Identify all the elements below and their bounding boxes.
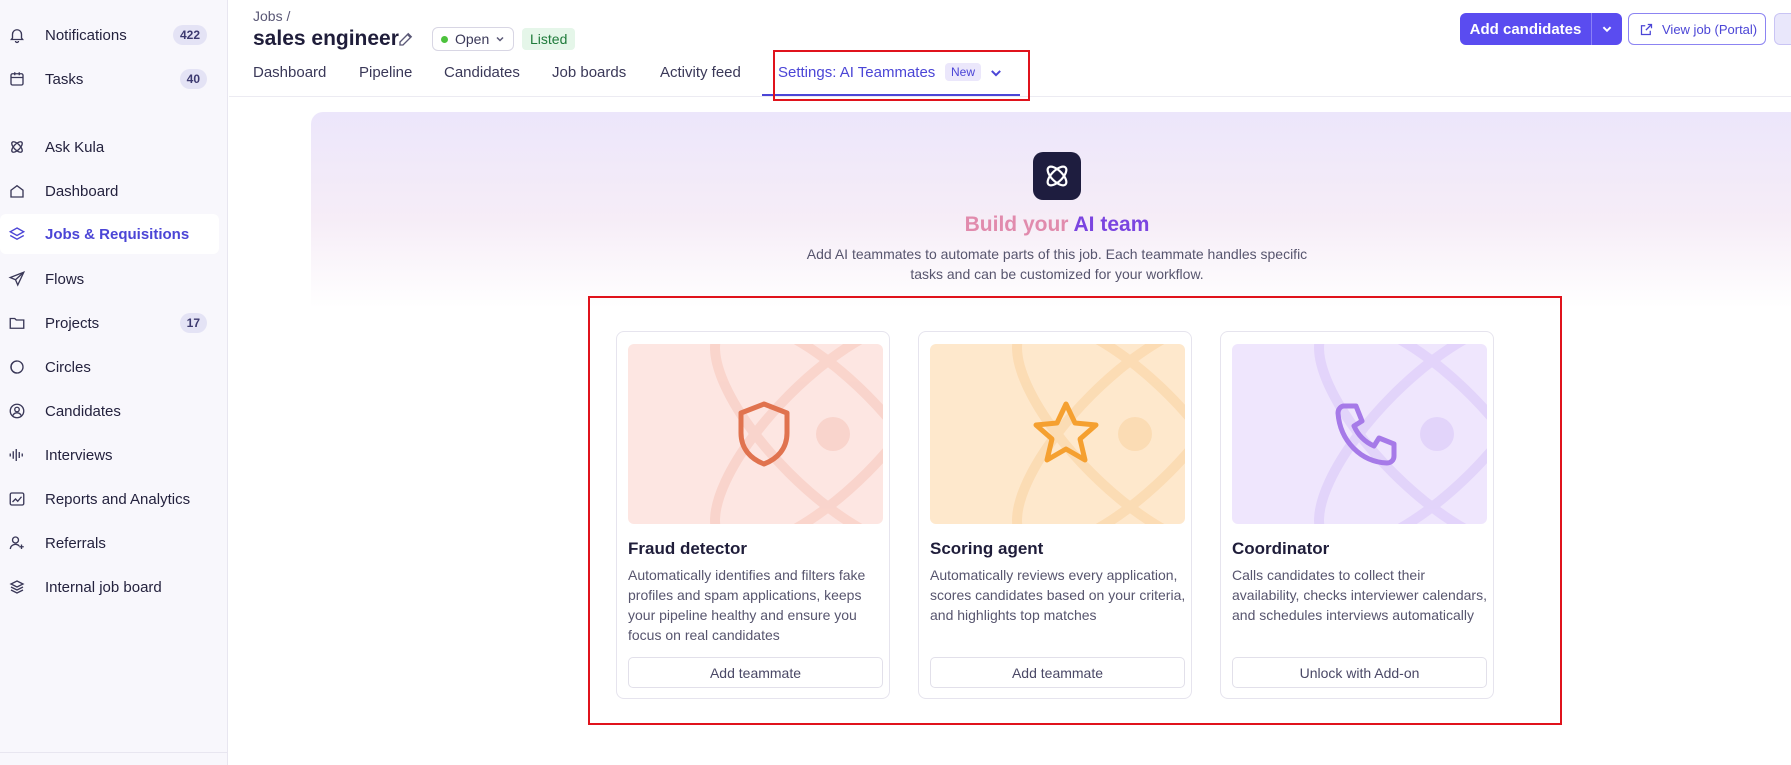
sidebar-item-referrals[interactable]: Referrals: [0, 523, 219, 563]
hero-title-part1: Build your: [964, 213, 1074, 236]
sidebar-item-label: Flows: [45, 270, 85, 288]
sidebar-item-projects[interactable]: Projects 17: [0, 303, 219, 343]
sidebar-item-jobs-requisitions[interactable]: Jobs & Requisitions: [0, 214, 219, 254]
view-job-portal-button[interactable]: View job (Portal): [1628, 13, 1766, 45]
sidebar-item-label: Internal job board: [45, 578, 162, 596]
notifications-count-badge: 422: [172, 25, 207, 45]
kula-icon: [8, 138, 26, 156]
sidebar-item-tasks[interactable]: Tasks 40: [0, 59, 219, 99]
breadcrumb[interactable]: Jobs /: [253, 8, 290, 24]
chevron-down-icon: [496, 36, 504, 42]
home-icon: [8, 182, 26, 200]
status-dot: [441, 35, 448, 43]
status-label: Open: [455, 31, 490, 47]
stack-icon: [8, 578, 26, 596]
calendar-icon: [8, 70, 26, 88]
status-dropdown[interactable]: Open: [432, 27, 515, 51]
more-actions-button[interactable]: [1774, 13, 1791, 45]
sidebar-item-circles[interactable]: Circles: [0, 347, 219, 387]
tab-candidates[interactable]: Candidates: [444, 64, 520, 81]
sidebar-item-label: Projects: [45, 314, 100, 332]
sidebar-item-label: Dashboard: [45, 182, 119, 200]
hero-title-part2: AI team: [1073, 213, 1150, 236]
projects-count-badge: 17: [179, 313, 207, 333]
user-circle-icon: [8, 402, 26, 420]
kula-logo-icon: [1033, 152, 1081, 200]
sidebar-item-ask-kula[interactable]: Ask Kula: [0, 127, 219, 167]
sidebar-item-internal-job-board[interactable]: Internal job board: [0, 567, 219, 607]
view-job-label: View job (Portal): [1662, 21, 1758, 37]
add-candidates-label: Add candidates: [1469, 20, 1582, 38]
sidebar-item-label: Circles: [45, 358, 91, 376]
annotation-highlight-tab: [773, 50, 1030, 101]
sidebar-item-interviews[interactable]: Interviews: [0, 435, 219, 475]
page-title: sales engineer: [253, 27, 399, 50]
chevron-down-icon: [1602, 26, 1612, 33]
add-candidates-dropdown[interactable]: [1591, 13, 1622, 45]
sidebar-item-label: Candidates: [45, 402, 121, 420]
hero-description: Add AI teammates to automate parts of th…: [806, 246, 1308, 282]
circle-icon: [8, 358, 26, 376]
tab-dashboard[interactable]: Dashboard: [253, 64, 326, 81]
sidebar-item-candidates[interactable]: Candidates: [0, 391, 219, 431]
folder-icon: [8, 314, 26, 332]
sidebar-item-label: Reports and Analytics: [45, 490, 191, 508]
sidebar-divider: [0, 752, 227, 753]
listed-badge: Listed: [522, 28, 576, 50]
sidebar-item-label: Notifications: [45, 26, 127, 44]
hero-title: Build your AI team: [850, 213, 1264, 237]
send-icon: [8, 270, 26, 288]
tab-pipeline[interactable]: Pipeline: [359, 64, 412, 81]
sidebar: Notifications 422 Tasks 40 Ask Kula Dash…: [0, 0, 228, 765]
user-plus-icon: [8, 534, 26, 552]
chart-icon: [8, 490, 26, 508]
tab-activity-feed[interactable]: Activity feed: [660, 64, 741, 81]
sidebar-item-notifications[interactable]: Notifications 422: [0, 15, 219, 55]
tab-job-boards[interactable]: Job boards: [552, 64, 626, 81]
add-candidates-button[interactable]: Add candidates: [1460, 13, 1622, 45]
sidebar-item-label: Jobs & Requisitions: [45, 225, 190, 243]
audio-wave-icon: [8, 446, 26, 464]
sidebar-item-label: Referrals: [45, 534, 106, 552]
sidebar-item-flows[interactable]: Flows: [0, 259, 219, 299]
layers-icon: [8, 225, 26, 243]
pencil-icon[interactable]: [397, 30, 415, 48]
sidebar-item-reports-analytics[interactable]: Reports and Analytics: [0, 479, 219, 519]
sidebar-item-label: Tasks: [45, 70, 84, 88]
sidebar-item-label: Interviews: [45, 446, 113, 464]
tasks-count-badge: 40: [179, 69, 207, 89]
sidebar-item-dashboard[interactable]: Dashboard: [0, 171, 219, 211]
sidebar-item-label: Ask Kula: [45, 138, 105, 156]
bell-icon: [8, 26, 26, 44]
annotation-highlight-cards: [588, 296, 1562, 725]
external-link-icon: [1640, 23, 1653, 35]
